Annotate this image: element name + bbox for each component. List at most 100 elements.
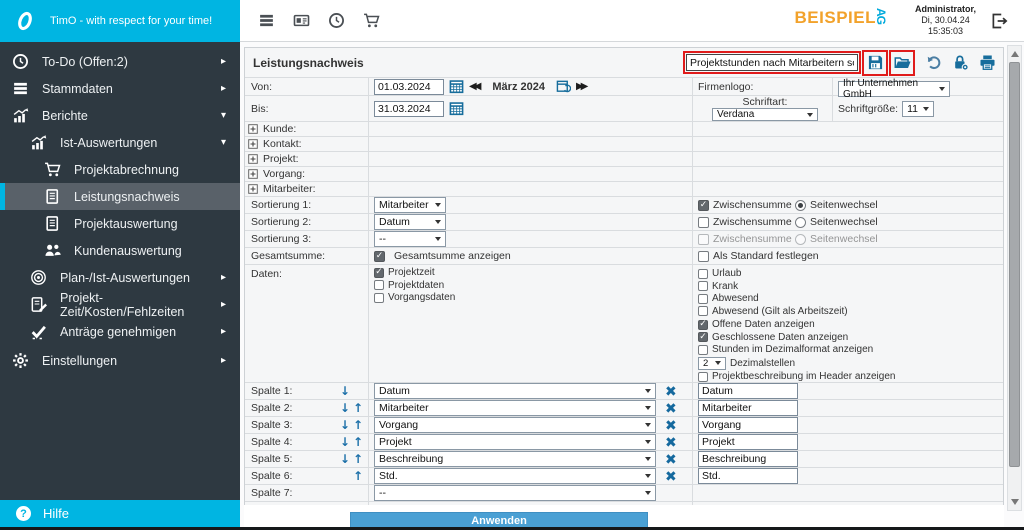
clock-icon[interactable] [328, 12, 345, 29]
seitenwechsel-radio[interactable] [795, 217, 806, 228]
dezimalstellen-select[interactable]: 2 [698, 357, 726, 370]
sortierung3-select[interactable]: -- [374, 231, 446, 247]
remove-column-icon[interactable]: ✖ [665, 400, 677, 417]
urlaub-checkbox[interactable] [698, 269, 708, 279]
move-up-icon[interactable]: ↑ [353, 435, 363, 449]
spalte7-select[interactable]: -- [374, 485, 656, 501]
id-card-icon[interactable] [293, 12, 310, 29]
bis-date-input[interactable] [374, 101, 444, 117]
help-button[interactable]: ? Hilfe [0, 500, 240, 527]
expand-plus-icon[interactable] [248, 124, 258, 134]
expand-plus-icon[interactable] [248, 184, 258, 194]
sidebar-item-projekt-zeit-kosten[interactable]: Projekt- Zeit/Kosten/Fehlzeiten ▸ [0, 291, 240, 318]
gesamtsumme-checkbox[interactable] [374, 251, 385, 262]
scroll-down-arrow-icon[interactable] [1011, 499, 1019, 505]
sidebar-item-todo[interactable]: To-Do (Offen:2) ▸ [0, 48, 240, 75]
scroll-up-arrow-icon[interactable] [1011, 51, 1019, 57]
gear-icon [12, 352, 29, 369]
zwischensumme-checkbox[interactable] [698, 234, 709, 245]
sidebar-item-kundenauswertung[interactable]: Kundenauswertung [0, 237, 240, 264]
spalte4-select[interactable]: Projekt [374, 434, 656, 450]
calendar-refresh-icon[interactable] [556, 79, 571, 94]
expand-plus-icon[interactable] [248, 154, 258, 164]
sidebar-item-projektabrechnung[interactable]: Projektabrechnung [0, 156, 240, 183]
calendar-icon[interactable] [449, 101, 464, 116]
move-up-icon[interactable]: ↑ [353, 469, 363, 483]
move-up-icon[interactable]: ↑ [353, 418, 363, 432]
projektbeschreibung-checkbox[interactable] [698, 372, 708, 382]
offene-daten-checkbox[interactable] [698, 320, 708, 330]
reset-button[interactable] [923, 53, 943, 73]
next-month-button[interactable]: ▶▶ [576, 81, 588, 92]
dezimalstellen-label: Dezimalstellen [730, 358, 795, 369]
expand-plus-icon[interactable] [248, 139, 258, 149]
projektzeit-checkbox[interactable] [374, 268, 384, 278]
open-preset-button[interactable] [892, 53, 912, 73]
move-down-icon[interactable]: ↓ [340, 401, 350, 415]
move-down-icon[interactable]: ↓ [340, 452, 350, 466]
user-name: Administrator, [915, 4, 976, 15]
move-down-icon[interactable]: ↓ [340, 418, 350, 432]
spalte5-title-input[interactable] [698, 451, 798, 467]
scrollbar-thumb[interactable] [1009, 62, 1020, 467]
dezimalformat-checkbox[interactable] [698, 345, 708, 355]
seitenwechsel-radio[interactable] [795, 200, 806, 211]
spalte5-select[interactable]: Beschreibung [374, 451, 656, 467]
remove-column-icon[interactable]: ✖ [665, 417, 677, 434]
firmenlogo-select[interactable]: Ihr Unternehmen GmbH [838, 81, 950, 97]
von-date-input[interactable] [374, 79, 444, 95]
spalte1-title-input[interactable] [698, 383, 798, 399]
spalte3-title-input[interactable] [698, 417, 798, 433]
als-standard-checkbox[interactable] [698, 251, 709, 262]
remove-column-icon[interactable]: ✖ [665, 434, 677, 451]
hamburger-menu-icon[interactable] [258, 12, 275, 29]
spalte4-title-input[interactable] [698, 434, 798, 450]
vertical-scrollbar[interactable] [1007, 45, 1022, 511]
expand-plus-icon[interactable] [248, 169, 258, 179]
sidebar-item-projektauswertung[interactable]: Projektauswertung [0, 210, 240, 237]
vorgangsdaten-checkbox[interactable] [374, 293, 384, 303]
lock-settings-button[interactable] [950, 53, 970, 73]
spalte2-select[interactable]: Mitarbeiter [374, 400, 656, 416]
move-up-icon[interactable]: ↑ [353, 401, 363, 415]
remove-column-icon[interactable]: ✖ [665, 451, 677, 468]
spalte1-select[interactable]: Datum [374, 383, 656, 399]
spalte3-select[interactable]: Vorgang [374, 417, 656, 433]
report-preset-input[interactable] [686, 54, 858, 71]
move-down-icon[interactable]: ↓ [340, 435, 350, 449]
spalte2-title-input[interactable] [698, 400, 798, 416]
projektdaten-checkbox[interactable] [374, 280, 384, 290]
logout-icon[interactable] [990, 12, 1008, 30]
spalte6-select[interactable]: Std. [374, 468, 656, 484]
move-up-icon[interactable]: ↑ [353, 452, 363, 466]
sidebar-item-stammdaten[interactable]: Stammdaten ▸ [0, 75, 240, 102]
sidebar-item-berichte[interactable]: Berichte ▾ [0, 102, 240, 129]
abwesend-checkbox[interactable] [698, 294, 708, 304]
sidebar-item-leistungsnachweis[interactable]: Leistungsnachweis [0, 183, 240, 210]
krank-checkbox[interactable] [698, 281, 708, 291]
sortierung1-select[interactable]: Mitarbeiter [374, 197, 446, 213]
zwischensumme-checkbox[interactable] [698, 217, 709, 228]
sidebar-logo-bar[interactable]: TimO - with respect for your time! [0, 0, 240, 42]
sidebar-item-antraege-genehmigen[interactable]: Anträge genehmigen ▸ [0, 318, 240, 345]
apply-button[interactable]: Anwenden [350, 512, 648, 530]
print-button[interactable] [977, 53, 997, 73]
spalte6-title-input[interactable] [698, 468, 798, 484]
geschlossene-daten-checkbox[interactable] [698, 332, 708, 342]
remove-column-icon[interactable]: ✖ [665, 383, 677, 400]
sidebar-item-plan-ist-auswertungen[interactable]: Plan-/Ist-Auswertungen ▸ [0, 264, 240, 291]
previous-month-button[interactable]: ◀◀ [469, 81, 481, 92]
schriftgroesse-select[interactable]: 11 [902, 101, 934, 117]
abwesend-arbeitszeit-checkbox[interactable] [698, 306, 708, 316]
sidebar-item-einstellungen[interactable]: Einstellungen ▸ [0, 347, 240, 374]
sortierung2-select[interactable]: Datum [374, 214, 446, 230]
save-preset-button[interactable] [865, 53, 885, 73]
schriftart-select[interactable]: Verdana [712, 108, 818, 121]
calendar-icon[interactable] [449, 79, 464, 94]
zwischensumme-checkbox[interactable] [698, 200, 709, 211]
cart-icon[interactable] [363, 12, 380, 29]
sidebar-item-ist-auswertungen[interactable]: Ist-Auswertungen ▾ [0, 129, 240, 156]
seitenwechsel-radio[interactable] [795, 234, 806, 245]
remove-column-icon[interactable]: ✖ [665, 468, 677, 485]
move-down-icon[interactable]: ↓ [340, 384, 350, 398]
